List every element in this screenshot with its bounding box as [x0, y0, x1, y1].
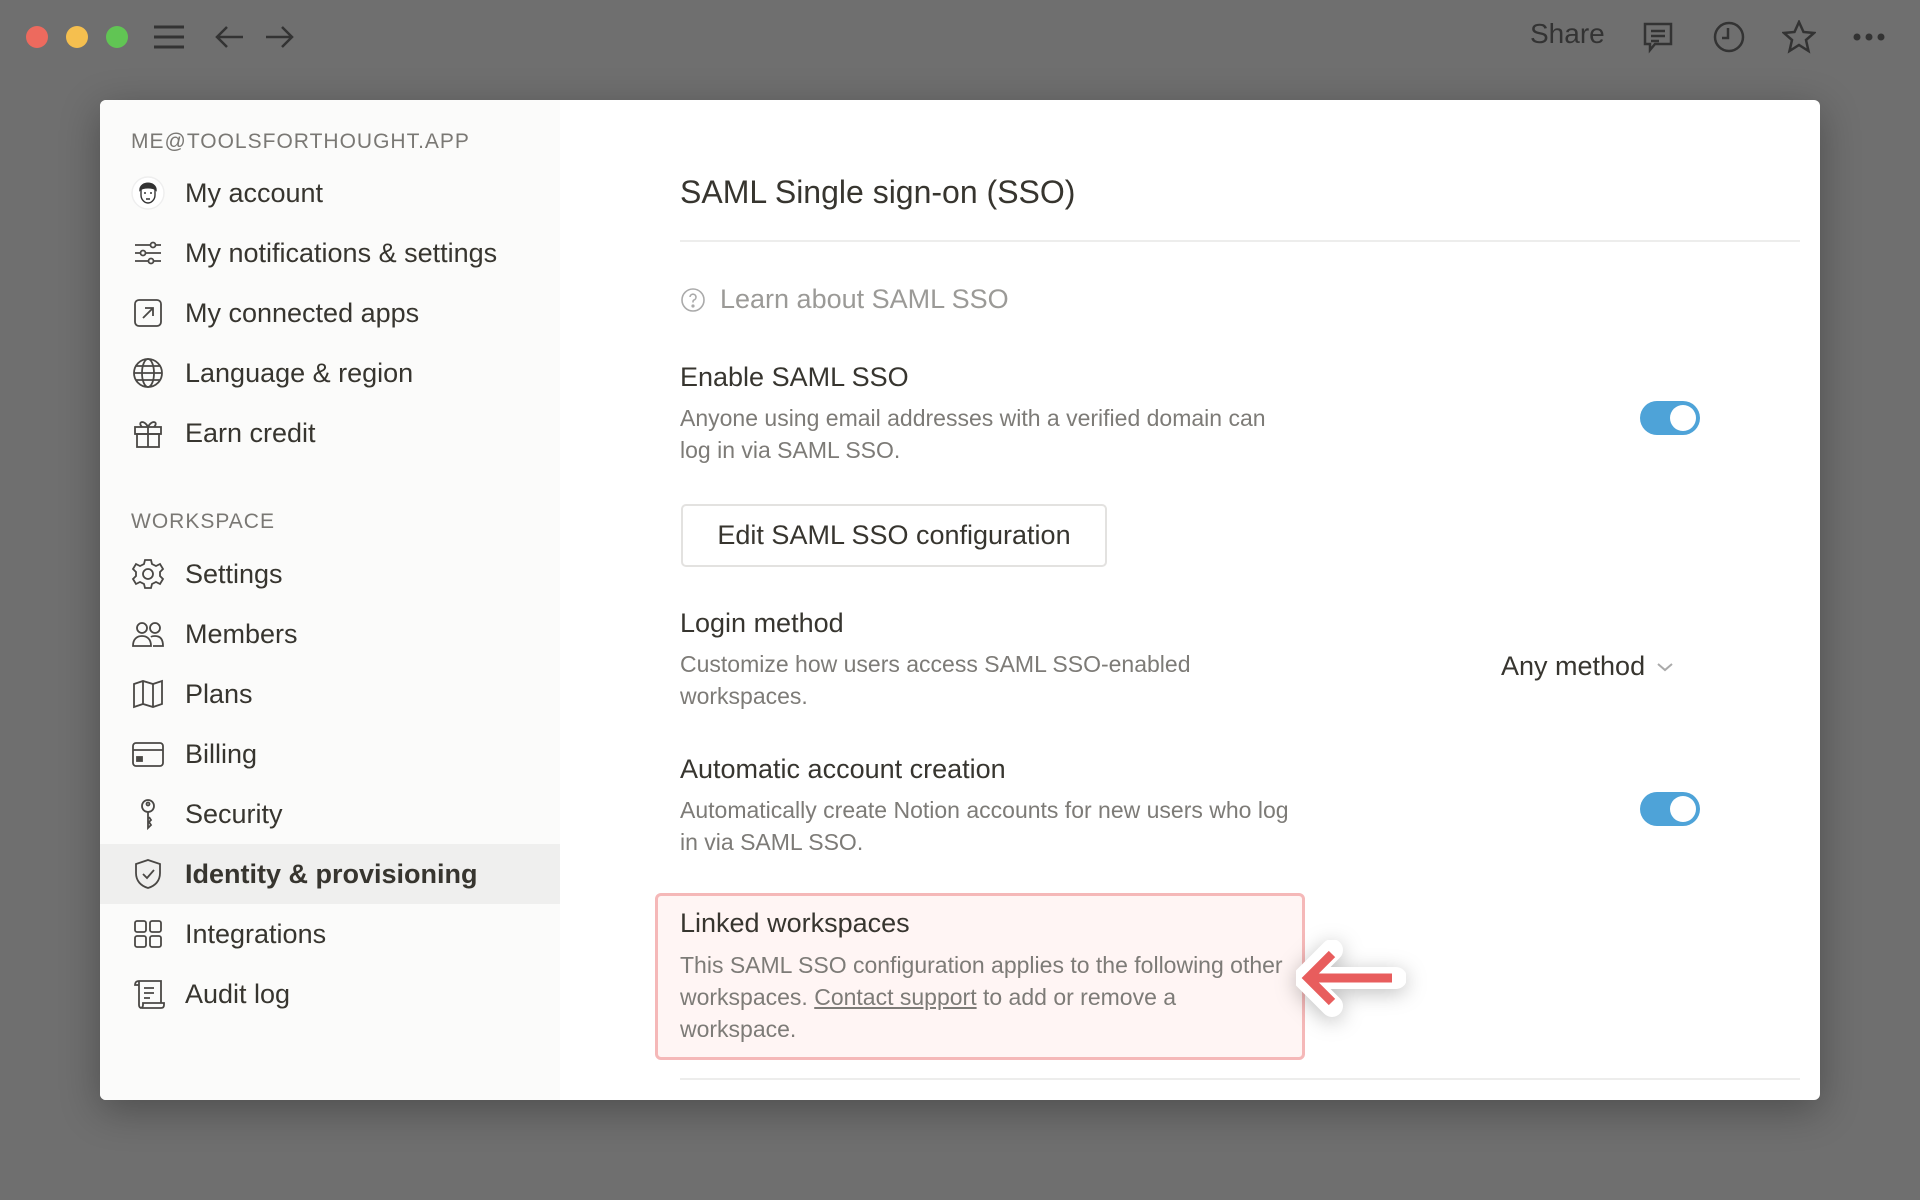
avatar — [130, 175, 166, 211]
shield-check-icon — [130, 856, 166, 892]
sidebar-item-identity-provisioning[interactable]: Identity & provisioning — [100, 844, 560, 904]
sidebar-item-label: Plans — [185, 678, 253, 709]
sidebar-item-security[interactable]: Security — [100, 784, 560, 844]
settings-sidebar: ME@TOOLSFORTHOUGHT.APP My account My noti… — [100, 100, 560, 1100]
sidebar-item-my-notifications-settings[interactable]: My notifications & settings — [100, 223, 560, 283]
linked-workspaces-desc: This SAML SSO configuration applies to t… — [680, 949, 1290, 1045]
enable-saml-toggle[interactable] — [1640, 401, 1700, 435]
divider — [680, 1078, 1800, 1080]
share-button[interactable]: Share — [1530, 18, 1605, 50]
map-icon — [130, 676, 166, 712]
gear-icon — [130, 556, 166, 592]
help-circle-icon — [681, 287, 705, 312]
forward-arrow-icon[interactable] — [262, 20, 296, 54]
login-method-select[interactable]: Any method — [1501, 651, 1675, 682]
star-icon[interactable] — [1780, 18, 1818, 54]
edit-saml-config-button[interactable]: Edit SAML SSO configuration — [681, 504, 1107, 567]
menu-icon[interactable] — [152, 20, 186, 54]
sidebar-item-billing[interactable]: Billing — [100, 724, 560, 784]
minimize-window-button[interactable] — [66, 26, 88, 48]
sidebar-item-audit-log[interactable]: Audit log — [100, 964, 560, 1024]
maximize-window-button[interactable] — [106, 26, 128, 48]
sidebar-item-members[interactable]: Members — [100, 604, 560, 664]
page-title: SAML Single sign-on (SSO) — [680, 174, 1076, 210]
sidebar-item-language-region[interactable]: Language & region — [100, 343, 560, 403]
sidebar-item-label: My account — [185, 177, 324, 208]
sidebar-item-plans[interactable]: Plans — [100, 664, 560, 724]
comment-icon[interactable] — [1641, 20, 1675, 54]
settings-modal: ME@TOOLSFORTHOUGHT.APP My account My noti… — [100, 100, 1820, 1100]
linked-workspaces-title: Linked workspaces — [680, 908, 910, 938]
account-section-label: ME@TOOLSFORTHOUGHT.APP — [131, 130, 470, 153]
enable-saml-desc: Anyone using email addresses with a veri… — [680, 405, 1266, 463]
login-method-title: Login method — [680, 608, 844, 638]
sidebar-item-label: Security — [185, 798, 283, 829]
auto-account-desc: Automatically create Notion accounts for… — [680, 797, 1289, 855]
sidebar-item-label: Identity & provisioning — [185, 858, 478, 889]
sidebar-item-label: My connected apps — [185, 297, 420, 328]
learn-saml-link[interactable]: Learn about SAML SSO — [680, 284, 1009, 315]
globe-icon — [130, 355, 166, 391]
login-method-desc: Customize how users access SAML SSO-enab… — [680, 651, 1191, 709]
scroll-icon — [130, 976, 166, 1012]
sidebar-item-label: Integrations — [185, 918, 327, 949]
close-window-button[interactable] — [26, 26, 48, 48]
sidebar-item-my-connected-apps[interactable]: My connected apps — [100, 283, 560, 343]
sidebar-item-label: Billing — [185, 738, 258, 769]
sidebar-item-label: Members — [185, 618, 298, 649]
contact-support-link[interactable]: Contact support — [814, 984, 976, 1010]
sidebar-item-my-account[interactable]: My account — [100, 163, 560, 223]
gift-icon — [130, 415, 166, 451]
more-icon[interactable] — [1852, 20, 1886, 54]
back-arrow-icon[interactable] — [213, 20, 247, 54]
sidebar-item-label: Settings — [185, 558, 283, 589]
chevron-down-icon — [1657, 662, 1673, 671]
auto-account-title: Automatic account creation — [680, 754, 1006, 784]
learn-saml-label: Learn about SAML SSO — [720, 284, 1009, 314]
sidebar-item-settings[interactable]: Settings — [100, 544, 560, 604]
workspace-section-label: WORKSPACE — [131, 510, 275, 533]
clock-icon[interactable] — [1712, 20, 1746, 54]
arrow-left-icon — [1296, 940, 1406, 1017]
external-link-icon — [130, 295, 166, 331]
divider — [680, 240, 1800, 242]
key-icon — [130, 796, 166, 832]
sliders-icon — [130, 235, 166, 271]
sidebar-item-earn-credit[interactable]: Earn credit — [100, 403, 560, 463]
sidebar-item-label: Audit log — [185, 978, 291, 1009]
enable-saml-title: Enable SAML SSO — [680, 362, 909, 392]
login-method-value: Any method — [1501, 651, 1646, 681]
sidebar-item-label: Language & region — [185, 357, 414, 388]
credit-card-icon — [130, 736, 166, 772]
members-icon — [130, 616, 166, 652]
sidebar-item-label: My notifications & settings — [185, 237, 498, 268]
sidebar-item-label: Earn credit — [185, 417, 316, 448]
sidebar-item-integrations[interactable]: Integrations — [100, 904, 560, 964]
grid-icon — [130, 916, 166, 952]
auto-account-toggle[interactable] — [1640, 792, 1700, 826]
